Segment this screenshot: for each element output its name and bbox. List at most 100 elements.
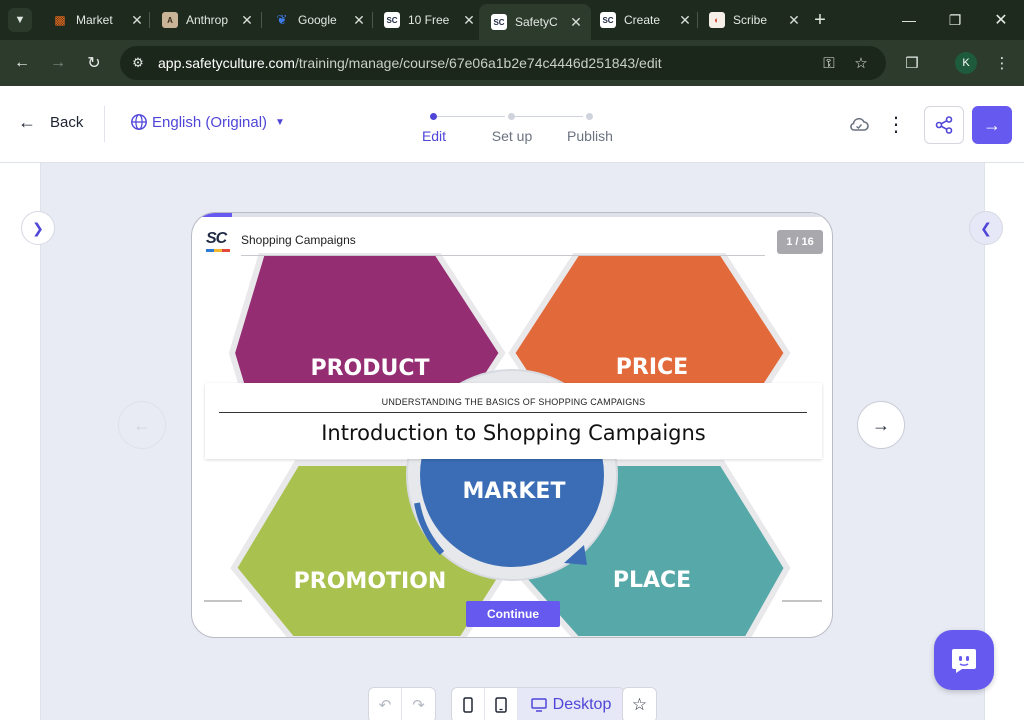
tab-title: Anthrop — [186, 13, 229, 27]
tab-search-menu-button[interactable]: ▼ — [8, 8, 32, 32]
close-icon[interactable]: ✕ — [128, 12, 146, 29]
redo-icon[interactable]: ↷ — [402, 688, 435, 720]
scribe-icon: ◐ — [709, 12, 725, 28]
language-label: English (Original) — [152, 113, 268, 131]
arrow-right-icon: → — [983, 114, 1001, 135]
previous-slide-button[interactable]: ← — [118, 401, 166, 449]
tablet-preview-button[interactable] — [485, 688, 518, 720]
chevron-left-icon: ❮ — [980, 219, 992, 236]
slide-progress-bar — [192, 213, 832, 217]
address-bar[interactable]: ⚙ app.safetyculture.com/training/manage/… — [120, 46, 886, 80]
share-icon — [935, 116, 953, 134]
star-icon[interactable]: ☆ — [623, 688, 656, 720]
promotion-label: PROMOTION — [294, 569, 447, 594]
chevron-right-icon: ❯ — [32, 219, 44, 236]
close-icon[interactable]: ✕ — [350, 12, 368, 29]
extensions-puzzle-icon[interactable]: ❒ — [900, 51, 924, 75]
close-icon[interactable]: ✕ — [460, 12, 478, 29]
tab-title: Create — [624, 13, 661, 27]
title-card-heading: Introduction to Shopping Campaigns — [321, 421, 706, 445]
url-text: app.safetyculture.com/training/manage/co… — [158, 55, 662, 71]
site-settings-icon[interactable]: ⚙ — [126, 51, 150, 75]
browser-tab-strip: ▼ ▩ Market ✕ A Anthrop ✕ ❦ Google ✕ SC 1… — [0, 0, 1024, 40]
step-edit[interactable]: Edit — [399, 128, 469, 144]
next-step-button[interactable]: → — [972, 106, 1012, 144]
market-label: MARKET — [463, 479, 566, 504]
undo-icon[interactable]: ↶ — [369, 688, 402, 720]
product-label: PRODUCT — [310, 356, 429, 381]
tab-title: Google — [298, 13, 337, 27]
tab-title: SafetyC — [515, 15, 558, 29]
step-publish[interactable]: Publish — [555, 128, 625, 144]
more-options-icon[interactable]: ⋮ — [884, 112, 908, 136]
back-button[interactable]: ← Back — [18, 112, 83, 133]
desktop-label: Desktop — [552, 696, 612, 713]
step-dot-publish — [586, 113, 593, 120]
price-label: PRICE — [616, 355, 688, 380]
close-icon[interactable]: ✕ — [567, 14, 585, 31]
browser-tab-safetyculture[interactable]: SC SafetyC ✕ — [479, 4, 591, 40]
back-arrow-icon[interactable]: ← — [10, 51, 34, 75]
browser-tab-scribe[interactable]: ◐ Scribe ✕ — [697, 6, 809, 34]
tab-title: 10 Free — [408, 13, 450, 27]
expand-right-panel-button[interactable]: ❮ — [969, 211, 1003, 245]
tab-title: Market — [76, 13, 113, 27]
help-chat-button[interactable] — [934, 630, 994, 690]
slide-progress-fill — [192, 213, 232, 217]
browser-tab-market[interactable]: ▩ Market ✕ — [40, 6, 152, 34]
history-controls: ↶ ↷ — [368, 687, 436, 720]
browser-toolbar: ← → ↻ ⚙ app.safetyculture.com/training/m… — [0, 40, 1024, 86]
restore-icon[interactable]: ❐ — [943, 8, 967, 32]
url-host: app.safetyculture.com — [158, 55, 295, 71]
tab-title: Scribe — [733, 13, 768, 27]
browser-tab-google[interactable]: ❦ Google ✕ — [262, 6, 374, 34]
browser-menu-icon[interactable]: ⋮ — [990, 51, 1014, 75]
title-card-rule — [219, 412, 807, 413]
close-icon[interactable]: ✕ — [238, 12, 256, 29]
editor-header: ← Back English (Original) ▼ Edit Set up … — [0, 86, 1024, 163]
expand-left-panel-button[interactable]: ❯ — [21, 211, 55, 245]
step-dot-setup — [508, 113, 515, 120]
sc-icon: SC — [491, 14, 507, 30]
profile-avatar[interactable]: K — [955, 52, 977, 74]
sc-icon: SC — [384, 12, 400, 28]
share-button[interactable] — [924, 106, 964, 144]
browser-tab-create[interactable]: SC Create ✕ — [588, 6, 700, 34]
safetyculture-logo: SC — [206, 230, 232, 252]
desktop-icon — [530, 698, 547, 712]
close-window-icon[interactable]: ✕ — [989, 8, 1013, 32]
bookmark-star-icon[interactable]: ☆ — [849, 51, 873, 75]
favorite-control: ☆ — [622, 687, 657, 720]
language-selector[interactable]: English (Original) ▼ — [130, 113, 285, 131]
mobile-preview-button[interactable] — [452, 688, 485, 720]
browser-tab-anthropic[interactable]: A Anthrop ✕ — [150, 6, 262, 34]
phone-icon — [463, 697, 473, 713]
step-dot-edit — [430, 113, 437, 120]
desktop-preview-button[interactable]: Desktop — [518, 688, 624, 720]
step-setup[interactable]: Set up — [477, 128, 547, 144]
title-card: UNDERSTANDING THE BASICS OF SHOPPING CAM… — [205, 383, 822, 459]
place-label: PLACE — [613, 568, 691, 593]
editor-canvas: ❯ ❮ ← → PRODUCT PRICE MARKET PROMOTION P… — [0, 163, 1024, 720]
sc-icon: SC — [600, 12, 616, 28]
cloud-saved-icon — [848, 114, 870, 136]
logo-color-bar — [206, 249, 230, 252]
globe-icon — [131, 114, 147, 130]
chat-bot-icon — [952, 649, 976, 673]
header-divider — [104, 106, 105, 142]
continue-button[interactable]: Continue — [466, 601, 560, 627]
arrow-left-icon: ← — [133, 414, 151, 435]
next-slide-button[interactable]: → — [857, 401, 905, 449]
close-icon[interactable]: ✕ — [676, 12, 694, 29]
new-tab-button[interactable]: + — [808, 8, 832, 32]
title-card-subtitle: UNDERSTANDING THE BASICS OF SHOPPING CAM… — [381, 397, 646, 407]
stepper-line — [515, 116, 583, 117]
close-icon[interactable]: ✕ — [785, 12, 803, 29]
slide-header-rule — [241, 255, 765, 256]
browser-tab-10-free[interactable]: SC 10 Free ✕ — [372, 6, 484, 34]
reload-icon[interactable]: ↻ — [82, 51, 106, 75]
forward-arrow-icon[interactable]: → — [46, 51, 70, 75]
back-label: Back — [50, 114, 84, 131]
minimize-icon[interactable]: — — [897, 8, 921, 32]
key-icon[interactable]: ⚿ — [817, 51, 841, 75]
